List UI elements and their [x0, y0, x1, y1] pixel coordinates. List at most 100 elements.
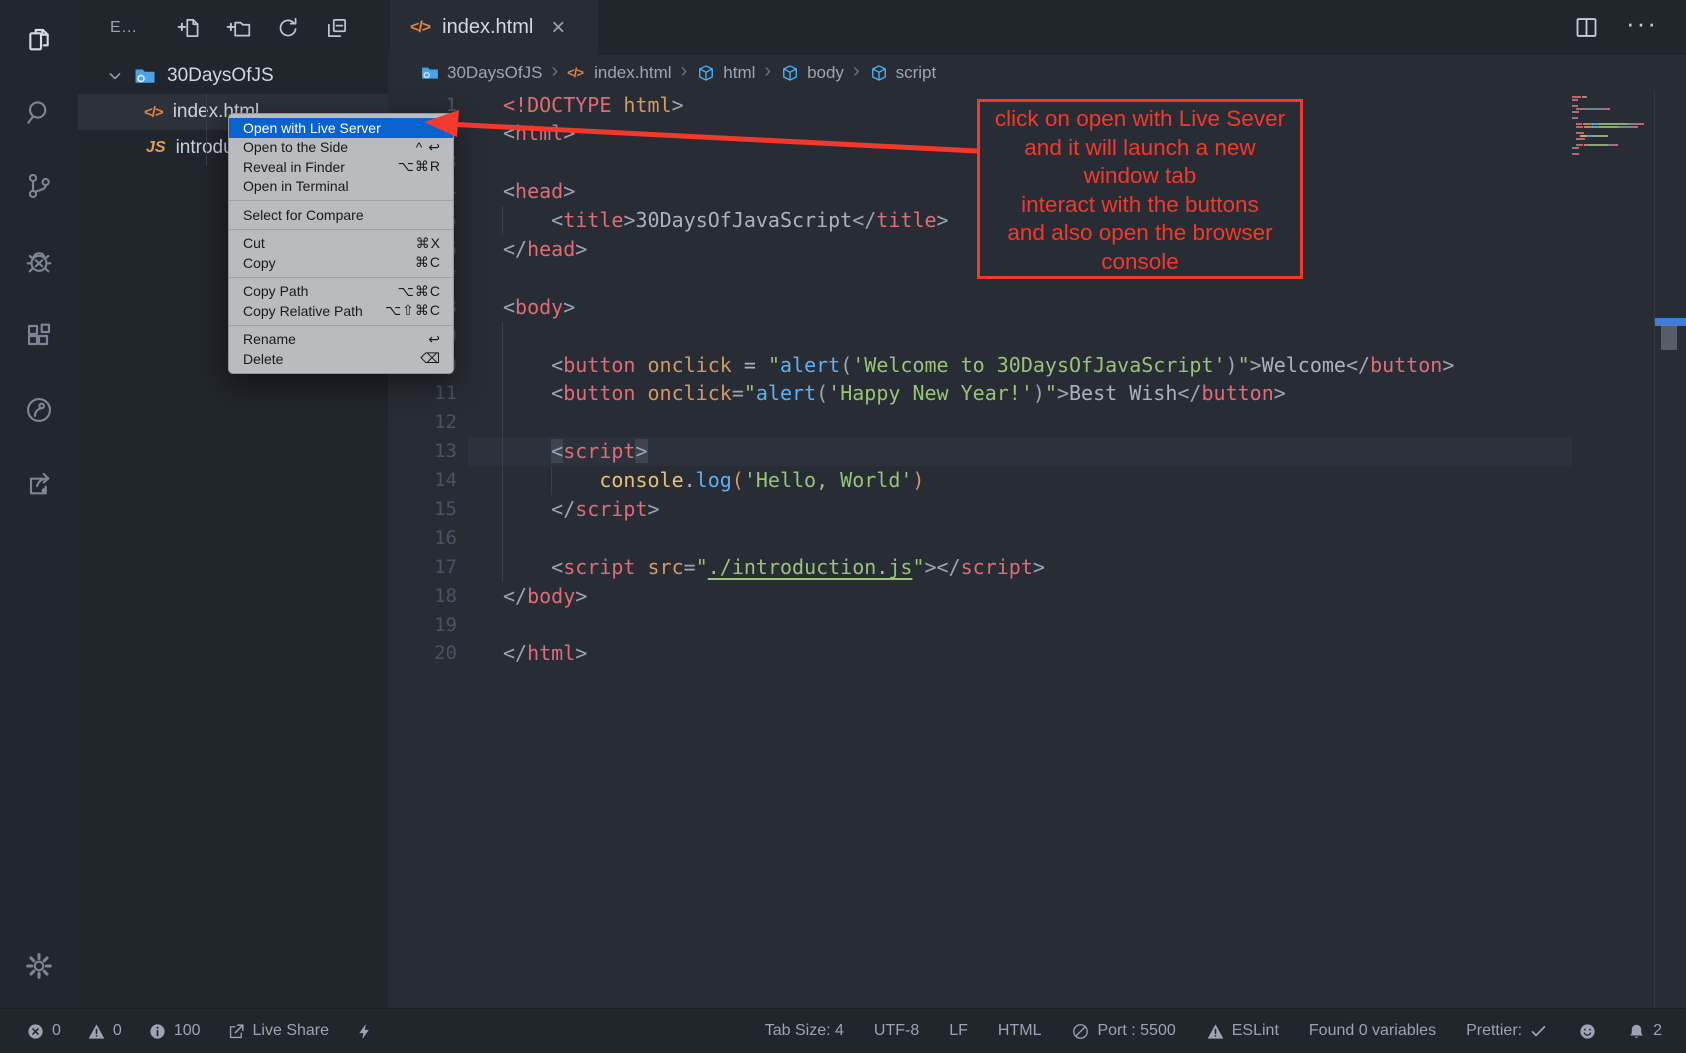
menu-item-delete[interactable]: Delete⌫: [229, 349, 453, 369]
share-icon[interactable]: [22, 467, 56, 501]
files-icon[interactable]: [22, 23, 56, 57]
new-file-icon[interactable]: [177, 15, 203, 41]
refresh-icon[interactable]: [275, 15, 301, 41]
menu-item-select-for-compare[interactable]: Select for Compare: [229, 205, 453, 225]
line-number[interactable]: 14: [388, 466, 457, 495]
menu-item-open-with-live-server[interactable]: Open with Live Server: [229, 118, 453, 138]
menu-item-reveal-in-finder[interactable]: Reveal in Finder⌥⌘R: [229, 157, 453, 177]
minimap-line: [1572, 102, 1644, 104]
status-item-utf-8[interactable]: UTF-8: [874, 1022, 919, 1040]
code-line-16[interactable]: [503, 524, 1454, 553]
code-line-17[interactable]: <script src="./introduction.js"></script…: [503, 553, 1454, 582]
line-number[interactable]: 15: [388, 495, 457, 524]
more-actions-icon[interactable]: ···: [1626, 23, 1658, 33]
collapse-all-icon[interactable]: [324, 15, 350, 41]
code-token: >: [924, 555, 936, 579]
gear-icon[interactable]: [22, 949, 56, 983]
status-item-lf[interactable]: LF: [949, 1022, 968, 1040]
code-line-15[interactable]: </script>: [503, 495, 1454, 524]
line-number[interactable]: 11: [388, 379, 457, 408]
status-item-port-5500[interactable]: Port : 5500: [1071, 1022, 1175, 1041]
menu-item-rename[interactable]: Rename↩: [229, 330, 453, 350]
status-item-0[interactable]: 0: [26, 1022, 61, 1041]
warning-icon: [87, 1022, 106, 1041]
code-line-9[interactable]: [503, 322, 1454, 351]
menu-item-copy-path[interactable]: Copy Path⌥⌘C: [229, 282, 453, 302]
code-token: >: [575, 237, 587, 261]
status-label: 0: [113, 1022, 122, 1040]
status-label: Port : 5500: [1097, 1022, 1175, 1040]
code-token: (: [840, 353, 852, 377]
line-number[interactable]: 18: [388, 582, 457, 611]
code-token: title: [563, 208, 623, 232]
scrollbar-thumb[interactable]: [1661, 326, 1677, 350]
menu-item-open-to-the-side[interactable]: Open to the Side^ ↩: [229, 138, 453, 158]
code-line-11[interactable]: <button onclick="alert('Happy New Year!'…: [503, 379, 1454, 408]
search-icon[interactable]: [22, 95, 56, 129]
split-editor-icon[interactable]: [1573, 14, 1600, 41]
minimap-token: [1637, 126, 1638, 128]
line-number[interactable]: 16: [388, 524, 457, 553]
code-line-14[interactable]: console.log('Hello, World'): [503, 466, 1454, 495]
html-file-icon: </>: [410, 19, 430, 37]
menu-item-open-in-terminal[interactable]: Open in Terminal: [229, 177, 453, 197]
menu-item-cut[interactable]: Cut⌘X: [229, 234, 453, 254]
code-line-19[interactable]: [503, 611, 1454, 640]
line-number[interactable]: 17: [388, 553, 457, 582]
minimap[interactable]: [1572, 96, 1644, 156]
code-token: </: [1346, 353, 1370, 377]
line-number[interactable]: 19: [388, 611, 457, 640]
breadcrumb-item-script[interactable]: script: [869, 63, 937, 83]
code-token: </: [551, 497, 575, 521]
code-token: [635, 381, 647, 405]
error-icon: [26, 1022, 45, 1041]
code-token: [503, 353, 551, 377]
menu-item-copy-relative-path[interactable]: Copy Relative Path⌥⇧⌘C: [229, 301, 453, 321]
status-item-found-0-variables[interactable]: Found 0 variables: [1309, 1022, 1436, 1040]
code-line-10[interactable]: <button onclick = "alert('Welcome to 30D…: [503, 351, 1454, 380]
code-token: >: [1057, 381, 1069, 405]
line-number[interactable]: 20: [388, 639, 457, 668]
breadcrumb-item-30DaysOfJS[interactable]: 30DaysOfJS: [420, 63, 542, 83]
status-item-eslint[interactable]: ESLint: [1206, 1022, 1279, 1041]
code-line-20[interactable]: </html>: [503, 639, 1454, 668]
breadcrumb-item-index.html[interactable]: </>index.html: [567, 63, 671, 83]
code-token: ": [696, 555, 708, 579]
debug-icon[interactable]: [22, 245, 56, 279]
line-number[interactable]: 13: [388, 437, 457, 466]
line-number[interactable]: 12: [388, 408, 457, 437]
extensions-icon[interactable]: [22, 319, 56, 353]
code-token: <: [551, 208, 563, 232]
breadcrumb-label: 30DaysOfJS: [447, 63, 542, 83]
status-item[interactable]: [1578, 1022, 1597, 1041]
breadcrumb-item-body[interactable]: body: [780, 63, 844, 83]
tree-item-folder[interactable]: 30DaysOfJS: [78, 58, 388, 94]
export-icon: [227, 1022, 246, 1041]
status-item-0[interactable]: 0: [87, 1022, 122, 1041]
code-line-12[interactable]: [503, 408, 1454, 437]
annotation-line: window tab: [980, 162, 1300, 191]
status-item-html[interactable]: HTML: [998, 1022, 1042, 1040]
status-item-2[interactable]: 2: [1627, 1022, 1662, 1041]
status-label: 100: [174, 1022, 201, 1040]
status-item-prettier-[interactable]: Prettier:: [1466, 1022, 1548, 1041]
source-control-icon[interactable]: [22, 169, 56, 203]
status-item-tab-size-4[interactable]: Tab Size: 4: [765, 1022, 844, 1040]
tab-index-html[interactable]: </> index.html ×: [390, 0, 598, 55]
menu-item-copy[interactable]: Copy⌘C: [229, 253, 453, 273]
js-file-icon: JS: [146, 139, 166, 157]
code-token: ): [912, 468, 924, 492]
status-item[interactable]: [355, 1022, 374, 1041]
close-icon[interactable]: ×: [551, 16, 565, 40]
code-line-8[interactable]: <body>: [503, 293, 1454, 322]
code-token: ": [912, 555, 924, 579]
code-line-18[interactable]: </body>: [503, 582, 1454, 611]
status-item-100[interactable]: 100: [148, 1022, 201, 1041]
status-item-live-share[interactable]: Live Share: [227, 1022, 330, 1041]
live-share-icon[interactable]: [22, 393, 56, 427]
breadcrumb-item-html[interactable]: html: [696, 63, 755, 83]
code-line-13[interactable]: <script>: [503, 437, 1454, 466]
breadcrumb-separator: ›: [551, 60, 558, 85]
symbol-cube-icon: [869, 63, 889, 83]
new-folder-icon[interactable]: [226, 15, 252, 41]
